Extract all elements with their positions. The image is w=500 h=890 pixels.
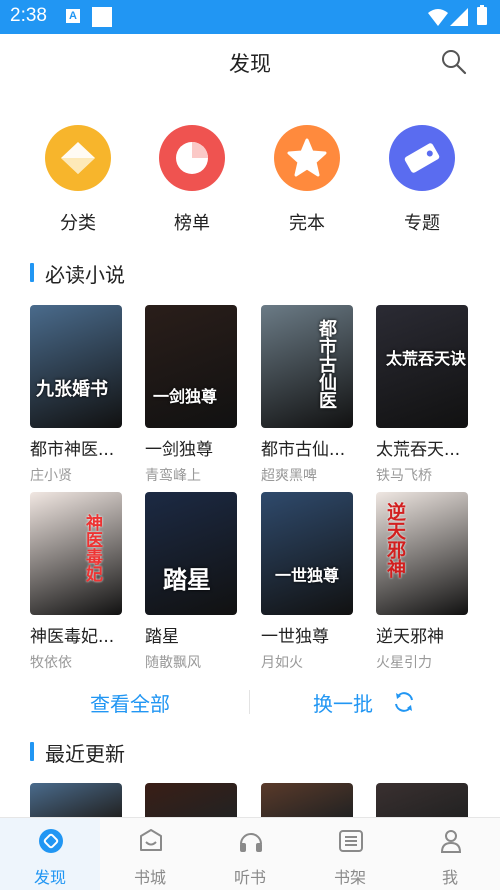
book-author: 牧依依 [30, 655, 72, 671]
tab-label: 书架 [333, 868, 366, 887]
book-cover-title: 太荒吞天诀 [386, 349, 467, 368]
tab-audiobook[interactable]: 听书 [200, 818, 300, 890]
book-title: 都市神医... [30, 440, 115, 460]
divider [249, 690, 250, 714]
page-title: 发现 [229, 52, 271, 76]
moon-chart-icon [159, 125, 225, 191]
book-cover-title: 一剑独尊 [153, 387, 218, 406]
section-title-recent: 最近更新 [30, 738, 125, 767]
category-completed[interactable]: 完本 [262, 125, 352, 235]
book-cover-title: 神医毒妃 [82, 514, 102, 582]
book-cover: 九张婚书 [30, 305, 122, 428]
tab-bookstore[interactable]: 书城 [100, 818, 200, 890]
category-classify[interactable]: 分类 [33, 125, 123, 235]
tab-label: 听书 [233, 868, 266, 887]
category-label: 完本 [289, 213, 325, 234]
book-author: 超爽黑啤 [261, 468, 317, 484]
book-cover: 太荒吞天诀 [376, 305, 468, 428]
book-card[interactable]: 逆天邪神 逆天邪神 火星引力 [376, 492, 474, 672]
tab-bookshelf[interactable]: 书架 [300, 818, 400, 890]
category-label: 专题 [404, 213, 440, 234]
notification-square-icon [92, 7, 112, 27]
book-author: 月如火 [261, 655, 303, 671]
book-cover-title: 逆天邪神 [384, 502, 406, 578]
discover-icon [39, 829, 63, 853]
bookstore-icon [140, 829, 162, 851]
book-cover-title: 踏星 [163, 565, 211, 594]
book-title: 都市古仙... [261, 440, 346, 460]
wifi-icon [428, 9, 448, 26]
bookshelf-icon [339, 830, 363, 852]
book-title: 神医毒妃... [30, 627, 115, 647]
battery-icon [477, 5, 487, 25]
tab-discover[interactable]: 发现 [0, 818, 100, 890]
book-cover-title: 都市古仙医 [316, 319, 337, 409]
book-author: 青鸾峰上 [145, 468, 201, 484]
app-notification-icon: A [66, 9, 80, 23]
refresh-icon[interactable] [392, 690, 416, 714]
book-card[interactable]: 一剑独尊 一剑独尊 青鸾峰上 [145, 305, 243, 485]
book-cover: 都市古仙医 [261, 305, 353, 428]
status-time: 2:38 [10, 5, 47, 26]
book-title: 一世独尊 [261, 627, 329, 647]
refresh-button[interactable]: 换一批 [313, 688, 373, 717]
recent-book-cover[interactable] [30, 783, 122, 817]
star-icon [274, 125, 340, 191]
book-cover: 逆天邪神 [376, 492, 468, 615]
book-card[interactable]: 一世独尊 一世独尊 月如火 [261, 492, 359, 672]
book-cover: 一剑独尊 [145, 305, 237, 428]
tab-label: 书城 [133, 868, 166, 887]
app-header: 发现 [0, 34, 500, 90]
category-topics[interactable]: 专题 [377, 125, 467, 235]
recent-book-cover[interactable] [145, 783, 237, 817]
book-card[interactable]: 九张婚书 都市神医... 庄小贤 [30, 305, 128, 485]
book-cover-title: 九张婚书 [36, 379, 108, 400]
section-title-must-read: 必读小说 [30, 259, 125, 288]
headphones-icon [240, 833, 262, 852]
book-card[interactable]: 太荒吞天诀 太荒吞天... 铁马飞桥 [376, 305, 474, 485]
recent-book-cover[interactable] [376, 783, 468, 817]
signal-icon [450, 8, 468, 26]
view-all-button[interactable]: 查看全部 [90, 688, 170, 717]
list-actions: 查看全部 换一批 [0, 680, 500, 724]
recent-book-cover[interactable] [261, 783, 353, 817]
book-title: 逆天邪神 [376, 627, 444, 647]
book-author: 随散飘风 [145, 655, 201, 671]
status-bar: 2:38 A [0, 0, 500, 34]
book-cover: 一世独尊 [261, 492, 353, 615]
tab-profile[interactable]: 我 [400, 818, 500, 890]
category-shortcuts: 分类 榜单 完本 专题 [0, 125, 500, 240]
category-label: 分类 [60, 213, 96, 234]
book-author: 庄小贤 [30, 468, 72, 484]
tab-label: 发现 [33, 868, 66, 887]
category-ranking[interactable]: 榜单 [147, 125, 237, 235]
tag-icon [389, 125, 455, 191]
profile-icon [440, 830, 462, 853]
book-title: 一剑独尊 [145, 440, 213, 460]
bottom-tab-bar: 发现 书城 听书 书架 我 [0, 817, 500, 890]
book-card[interactable]: 都市古仙医 都市古仙... 超爽黑啤 [261, 305, 359, 485]
book-card[interactable]: 神医毒妃 神医毒妃... 牧依依 [30, 492, 128, 672]
book-title: 踏星 [145, 627, 179, 647]
category-label: 榜单 [174, 213, 210, 234]
diamond-icon [45, 125, 111, 191]
search-icon[interactable] [440, 48, 468, 76]
book-author: 铁马飞桥 [376, 468, 432, 484]
book-cover: 神医毒妃 [30, 492, 122, 615]
book-card[interactable]: 踏星 踏星 随散飘风 [145, 492, 243, 672]
book-title: 太荒吞天... [376, 440, 461, 460]
tab-label: 我 [441, 868, 458, 887]
book-author: 火星引力 [376, 655, 432, 671]
book-cover-title: 一世独尊 [275, 566, 340, 585]
book-cover: 踏星 [145, 492, 237, 615]
